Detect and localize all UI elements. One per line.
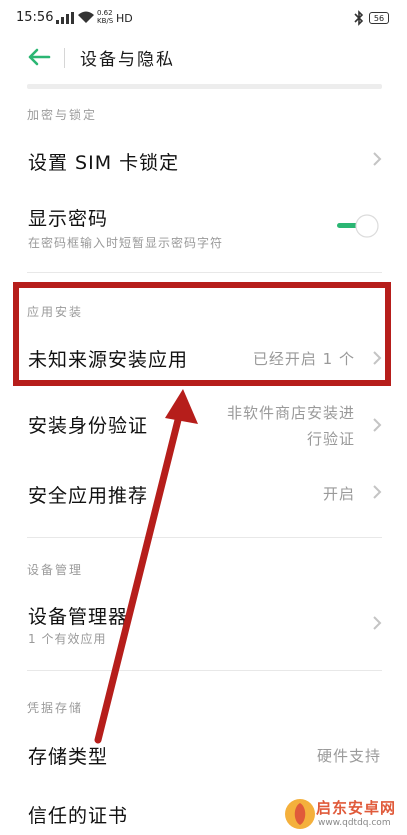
section-divider <box>27 537 382 538</box>
security-recommend-title: 安全应用推荐 <box>28 485 149 507</box>
security-recommend-value: 开启 <box>322 485 355 503</box>
status-bar: 15:56 0.62 KB/S HD 56 <box>0 0 407 38</box>
chevron-right-icon <box>373 418 382 432</box>
chevron-right-icon <box>373 152 382 166</box>
scroll-edge <box>27 84 382 89</box>
section-encrypt-lock: 加密与锁定 <box>27 108 98 122</box>
header-divider <box>64 48 65 68</box>
watermark-title: 启东安卓网 <box>316 799 397 817</box>
section-device-management: 设备管理 <box>27 563 84 577</box>
chevron-right-icon <box>373 485 382 499</box>
status-time: 15:56 <box>16 10 54 25</box>
install-verify-value-line2: 行验证 <box>306 430 355 448</box>
page-title: 设备与隐私 <box>80 50 175 70</box>
show-password-title: 显示密码 <box>28 208 109 230</box>
install-verify-title: 安装身份验证 <box>28 415 149 437</box>
show-password-subtitle: 在密码框输入时短暂显示密码字符 <box>28 236 224 250</box>
section-credential-storage: 凭据存储 <box>27 701 84 715</box>
show-password-toggle[interactable] <box>333 213 381 239</box>
watermark-url: www.qdtdq.com <box>318 818 391 828</box>
highlight-box <box>13 282 391 386</box>
section-divider <box>27 272 382 273</box>
signal-icon <box>56 12 74 24</box>
network-speed: 0.62 KB/S <box>97 9 113 25</box>
section-divider <box>27 670 382 671</box>
install-verify-value-line1: 非软件商店安装进 <box>226 404 355 422</box>
hd-badge: HD <box>116 12 133 25</box>
sim-lock-title: 设置 SIM 卡锁定 <box>28 152 180 174</box>
trusted-certs-title: 信任的证书 <box>28 805 129 827</box>
back-arrow-icon[interactable] <box>27 48 51 66</box>
storage-type-value: 硬件支持 <box>316 747 381 765</box>
speed-unit: KB/S <box>97 17 114 25</box>
speed-value: 0.62 <box>97 9 113 17</box>
battery-level: 56 <box>373 14 385 23</box>
chevron-right-icon <box>373 616 382 630</box>
device-admin-subtitle: 1 个有效应用 <box>28 632 107 646</box>
bluetooth-icon <box>354 10 364 26</box>
storage-type-title: 存储类型 <box>28 746 109 768</box>
battery-icon: 56 <box>369 12 389 24</box>
page-header: 设备与隐私 <box>0 38 407 80</box>
wifi-icon <box>78 11 94 23</box>
device-admin-title: 设备管理器 <box>28 606 129 628</box>
